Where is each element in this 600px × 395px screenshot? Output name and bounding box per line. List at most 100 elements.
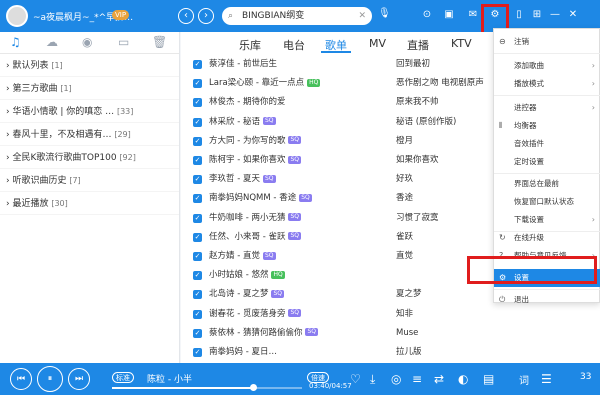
quality-selector[interactable]: 标准 (112, 372, 134, 383)
progress-bar[interactable] (112, 387, 302, 389)
player-bar: ⏮ ⏸ ⏭ 标准 陈粒 - 小半 倍速 03:40/04:57 ♡ ⤓ ◎ ≡ … (0, 363, 600, 395)
menu-item[interactable]: ⊖ 注销 (494, 33, 600, 51)
checkbox[interactable]: ✓ (193, 60, 202, 69)
cloud-tab-icon[interactable]: ☁ (46, 35, 58, 49)
playlist-item[interactable]: › 听歌识曲历史 [7] (0, 169, 179, 192)
menu-item-icon: ⫴ (499, 121, 503, 130)
equalizer-icon[interactable]: ▤ (483, 372, 494, 386)
menu-item-label: 均衡器 (514, 121, 537, 130)
menu-item[interactable]: 播放模式 › (494, 75, 600, 93)
menu-item[interactable]: 界面总在最前 (494, 175, 600, 193)
sound-effect-icon[interactable]: ◎ (391, 372, 401, 386)
menu-item[interactable]: 添加歌曲 › (494, 57, 600, 75)
tab-live[interactable]: 直播 (407, 37, 429, 53)
volume-icon[interactable]: ◐ (458, 372, 468, 386)
playlist-item[interactable]: › 默认列表 [1] (0, 54, 179, 77)
submenu-arrow-icon: › (591, 215, 595, 224)
checkbox[interactable]: ✓ (193, 156, 202, 165)
user-avatar[interactable] (6, 5, 28, 27)
trash-tab-icon[interactable]: 🗑 (152, 35, 167, 49)
music-tab-icon[interactable]: ♫ (10, 35, 21, 49)
message-icon[interactable]: ✉ (466, 8, 480, 22)
quality-tag: SQ (262, 251, 276, 260)
close-button[interactable]: ✕ (566, 8, 580, 22)
quality-tag: SQ (262, 174, 276, 183)
forward-button[interactable]: › (198, 8, 214, 24)
skin-icon[interactable]: ▣ (442, 8, 456, 22)
playlist-item[interactable]: › 全民K歌流行歌曲TOP100 [92] (0, 146, 179, 169)
now-playing-title: 陈粒 - 小半 (147, 375, 192, 385)
song-title: 蔡淳佳 - 前世后生 (209, 59, 277, 69)
menu-item-label: 音效插件 (514, 139, 544, 148)
song-row[interactable]: ✓ 蔡依林 - 猜猜何路偷偷你 SQ Muse (181, 325, 600, 342)
song-title: 南拳妈妈 - 夏日… (209, 347, 277, 357)
shuffle-icon[interactable]: ⇄ (434, 372, 444, 386)
mini-mode-icon[interactable]: ▯ (512, 8, 526, 22)
record-icon[interactable]: ⊙ (420, 8, 434, 22)
checkbox[interactable]: ✓ (193, 194, 202, 204)
sidebar-tabs: ♫ ☁ ◉ ▭ 🗑 (0, 32, 179, 54)
playlist-item[interactable]: › 华语小情歌 | 你的嗔恋 … [33] (0, 100, 179, 123)
more-icon[interactable]: ≡ (412, 372, 422, 386)
menu-item[interactable]: 音效插件 (494, 135, 600, 153)
tab-radio[interactable]: 电台 (283, 37, 305, 53)
song-row[interactable]: ✓ 南拳妈妈 - 夏日… 拉儿版 (181, 344, 600, 361)
pause-button[interactable]: ⏸ (37, 366, 63, 392)
song-title: 李玖哲 - 夏天 SQ (209, 174, 276, 185)
playback-time: 03:40/04:57 (309, 382, 352, 390)
microphone-icon[interactable]: 🎙 (378, 8, 391, 19)
menu-item[interactable]: ↻ 在线升级 (494, 229, 600, 247)
clear-icon[interactable]: ✕ (358, 7, 366, 25)
submenu-arrow-icon: › (591, 61, 595, 70)
song-album: 如果你喜欢 (396, 155, 439, 165)
checkbox[interactable]: ✓ (193, 252, 202, 261)
checkbox[interactable]: ✓ (193, 175, 202, 185)
playlist-queue-icon[interactable]: ☰ (541, 372, 552, 386)
menu-item-label: 定时设置 (514, 157, 544, 166)
song-title: 林采欣 - 秘语 SQ (209, 116, 276, 127)
quality-tag: SQ (305, 328, 319, 337)
tab-ktv[interactable]: KTV (451, 37, 472, 50)
checkbox[interactable]: ✓ (193, 136, 202, 146)
progress-knob[interactable] (249, 384, 257, 391)
download-icon[interactable]: ⤓ (370, 372, 375, 387)
song-album: 雀跃 (396, 231, 414, 242)
submenu-arrow-icon: › (591, 103, 595, 112)
next-button[interactable]: ⏭ (68, 368, 90, 390)
menu-item[interactable]: 恢复窗口默认状态 (494, 193, 600, 211)
playlist-item[interactable]: › 第三方歌曲 [1] (0, 77, 179, 100)
song-album: Muse (396, 327, 419, 338)
menu-item[interactable]: ⏻ 退出 (494, 291, 600, 309)
checkbox[interactable]: ✓ (193, 98, 202, 108)
checkbox[interactable]: ✓ (193, 290, 202, 300)
checkbox[interactable]: ✓ (193, 328, 202, 338)
menu-item[interactable]: 进控器 › (494, 99, 600, 117)
minimize-button[interactable]: — (548, 8, 562, 22)
search-value: BINGBIAN纲变 (242, 11, 305, 21)
playlist-item[interactable]: › 春风十里，不及相遇有… [29] (0, 123, 179, 146)
tab-library[interactable]: 乐库 (239, 37, 261, 53)
tab-mv[interactable]: MV (369, 37, 386, 50)
checkbox[interactable]: ✓ (193, 213, 202, 223)
like-icon[interactable]: ♡ (350, 372, 361, 386)
menu-item[interactable]: 定时设置 (494, 153, 600, 171)
checkbox[interactable]: ✓ (193, 309, 202, 319)
checkbox[interactable]: ✓ (193, 348, 202, 357)
checkbox[interactable]: ✓ (193, 79, 202, 89)
previous-button[interactable]: ⏮ (10, 368, 32, 390)
checkbox[interactable]: ✓ (193, 271, 202, 281)
checkbox[interactable]: ✓ (193, 232, 202, 242)
radio-tab-icon[interactable]: ◉ (82, 35, 92, 49)
menu-separator (494, 53, 600, 54)
playlist-item[interactable]: › 最近播放 [30] (0, 192, 179, 215)
menu-item[interactable]: ⫴ 均衡器 (494, 117, 600, 135)
menu-item[interactable]: 下载设置 › (494, 211, 600, 229)
search-input[interactable]: ⌕ BINGBIAN纲变 ✕ (222, 7, 372, 25)
submenu-arrow-icon: › (591, 79, 595, 88)
desktop-mode-icon[interactable]: ⊞ (530, 8, 544, 22)
device-tab-icon[interactable]: ▭ (118, 35, 129, 49)
song-album: 直觉 (396, 251, 414, 261)
checkbox[interactable]: ✓ (193, 117, 202, 127)
lyric-button[interactable]: 词 (519, 372, 529, 387)
back-button[interactable]: ‹ (178, 8, 194, 24)
